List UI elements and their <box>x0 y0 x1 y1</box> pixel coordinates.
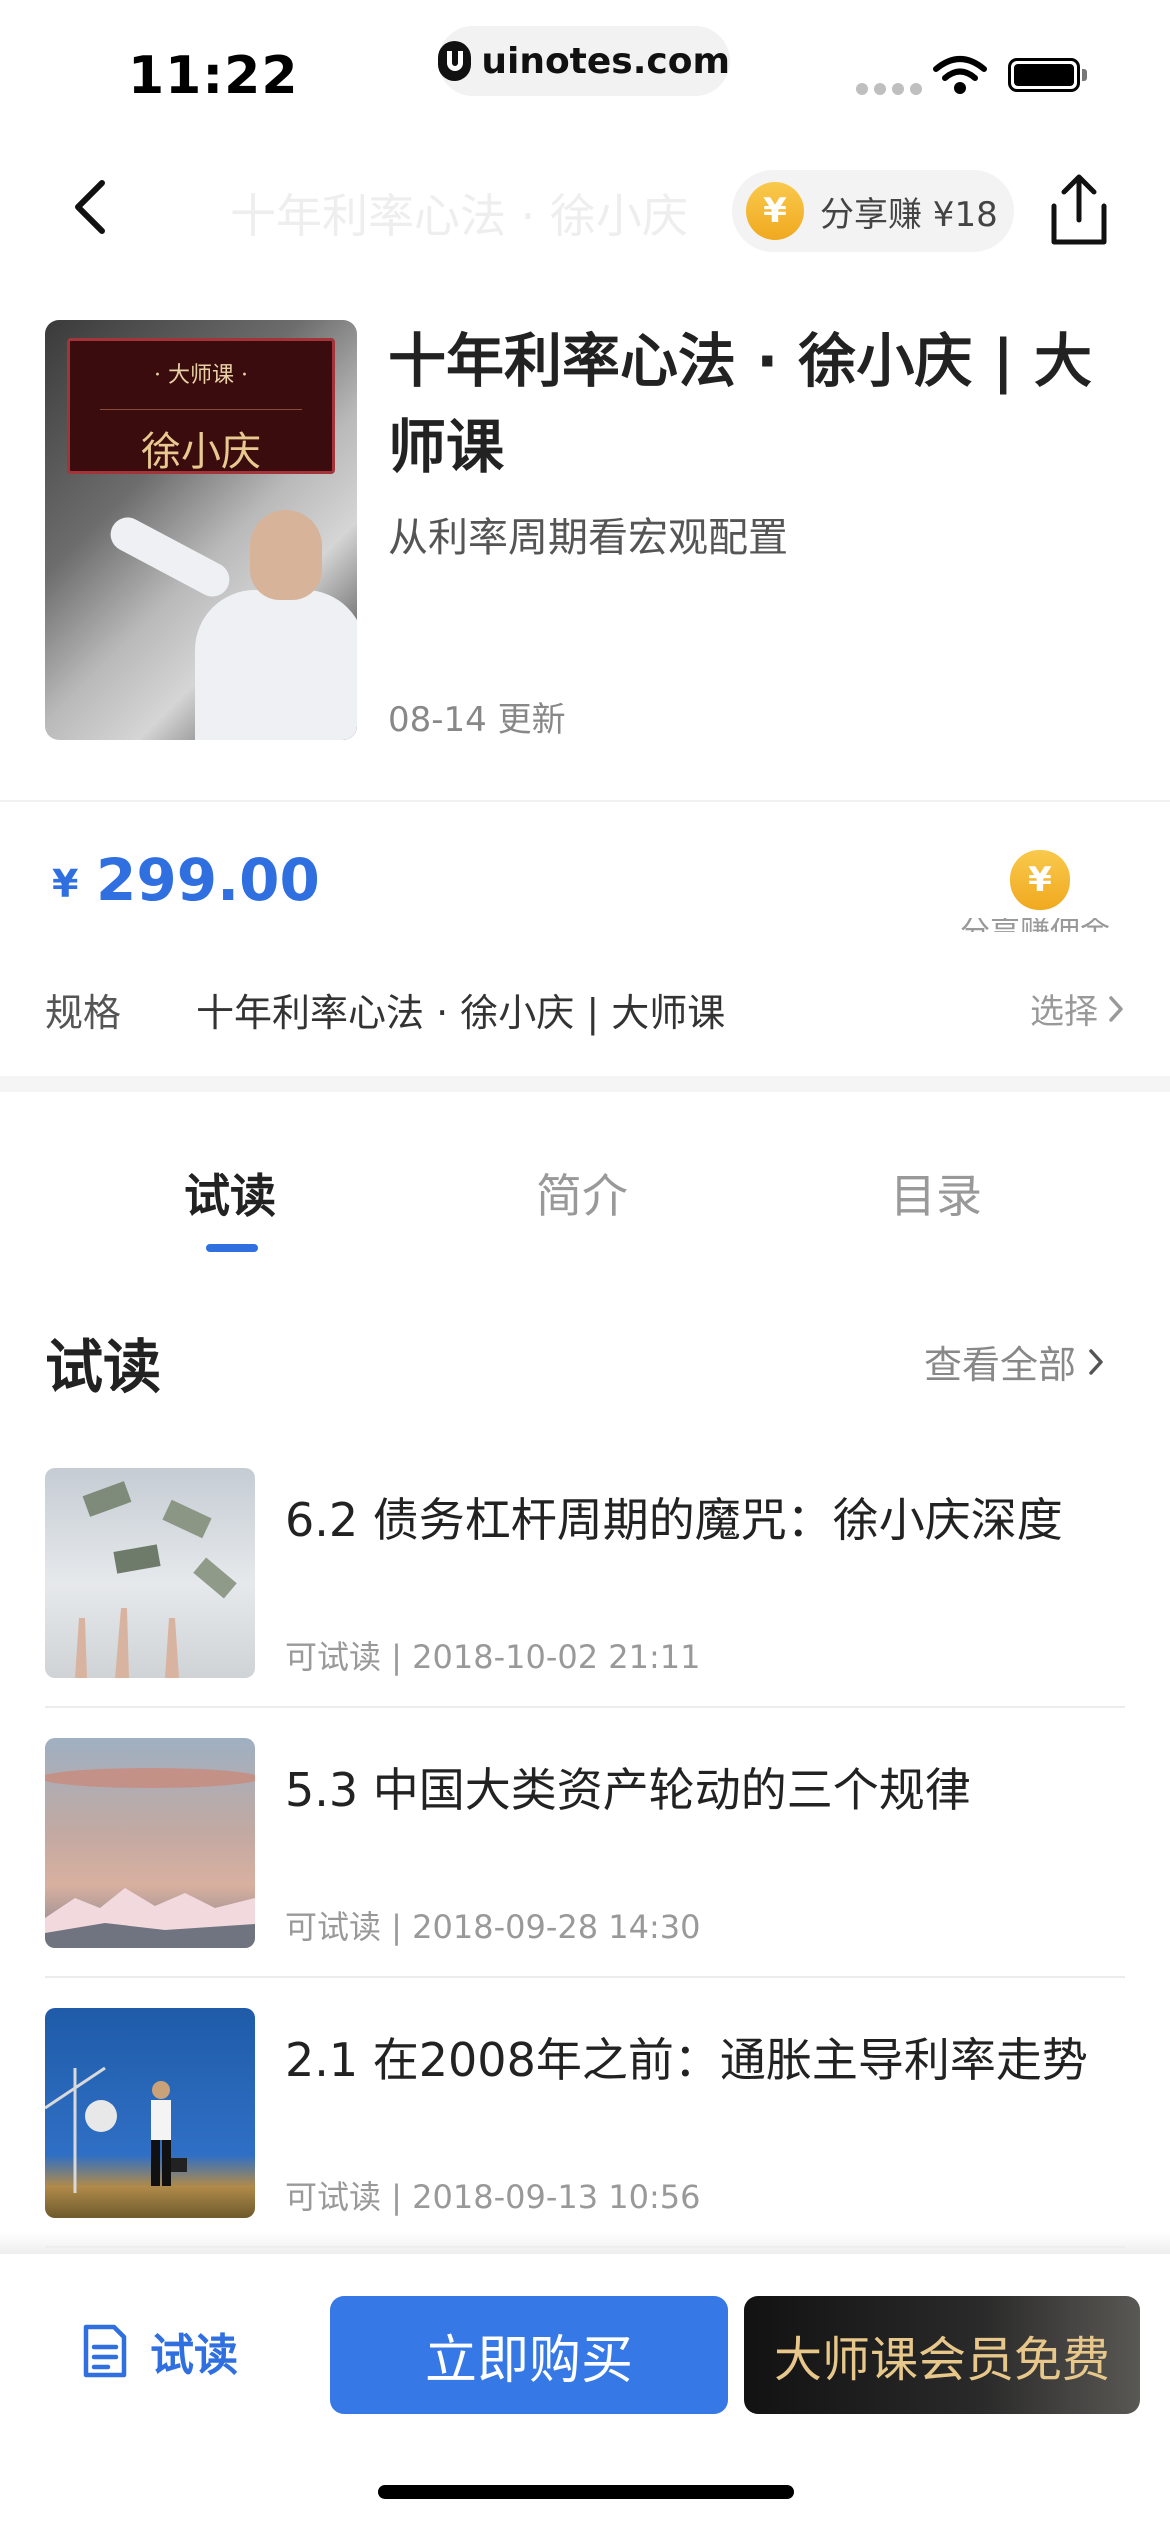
divider <box>45 1706 1125 1708</box>
battery-icon <box>1008 58 1080 92</box>
course-cover-image: · 大师课 · 徐小庆 <box>45 320 357 740</box>
product-title: 十年利率心法 · 徐小庆 | 大师课 <box>388 327 1092 481</box>
chevron-right-icon <box>1089 1348 1103 1375</box>
share-commission-label: 分享赚佣金 <box>960 918 1110 932</box>
nav-title: 十年利率心法 · 徐小庆 <box>230 189 688 243</box>
chevron-right-icon <box>1109 995 1123 1022</box>
coin-icon: ¥ <box>1010 850 1070 910</box>
spec-label: 规格 <box>45 991 122 1035</box>
status-time: 11:22 <box>128 46 299 106</box>
list-item[interactable]: 6.2 债务杠杆周期的魔咒：徐小庆深度 可试读 | 2018-10-02 21:… <box>45 1468 1125 1738</box>
spec-select-button[interactable]: 选择 <box>1030 984 1124 1033</box>
price-currency: ¥ <box>52 862 79 906</box>
cover-badge: · 大师课 · 徐小庆 <box>67 338 335 475</box>
section-title: 试读 <box>45 1333 162 1401</box>
spec-select-label: 选择 <box>1030 992 1098 1032</box>
share-earn-label: 分享赚 ¥18 <box>820 194 998 235</box>
spec-value: 十年利率心法 · 徐小庆 | 大师课 <box>196 991 726 1035</box>
cover-badge-name: 徐小庆 <box>141 429 261 475</box>
chevron-left-icon <box>75 180 105 234</box>
divider <box>45 1976 1125 1978</box>
share-icon[interactable] <box>1044 172 1114 250</box>
divider <box>0 800 1170 802</box>
update-date: 08-14 更新 <box>388 700 566 740</box>
lesson-title: 2.1 在2008年之前：通胀主导利率走势 <box>285 2033 1088 2087</box>
price-value: 299.00 <box>96 846 320 914</box>
lesson-thumbnail <box>45 2008 255 2218</box>
list-item[interactable]: 5.3 中国大类资产轮动的三个规律 可试读 | 2018-09-28 14:30 <box>45 1738 1125 2008</box>
tab-active-indicator <box>206 1244 258 1252</box>
lesson-meta: 可试读 | 2018-09-28 14:30 <box>285 1908 701 1946</box>
see-all-label: 查看全部 <box>924 1343 1077 1387</box>
tab-intro[interactable]: 简介 <box>536 1160 628 1226</box>
coin-icon: ¥ <box>746 182 804 240</box>
lesson-meta: 可试读 | 2018-10-02 21:11 <box>285 1638 701 1676</box>
home-indicator <box>378 2485 794 2499</box>
back-button[interactable] <box>60 170 120 244</box>
lesson-title: 6.2 债务杠杆周期的魔咒：徐小庆深度 <box>285 1493 1063 1547</box>
section-divider <box>0 1076 1170 1092</box>
bottom-bar-shadow <box>0 2232 1170 2254</box>
see-all-link[interactable]: 查看全部 <box>924 1334 1104 1389</box>
battery-tip <box>1082 69 1087 81</box>
lesson-thumbnail <box>45 1468 255 1678</box>
trial-read-button[interactable]: 试读 <box>80 2292 238 2410</box>
lesson-thumbnail <box>45 1738 255 1948</box>
tab-catalog[interactable]: 目录 <box>890 1160 982 1226</box>
trial-read-label: 试读 <box>150 2330 238 2381</box>
tab-trial[interactable]: 试读 <box>184 1160 276 1226</box>
member-free-button[interactable]: 大师课会员免费 <box>744 2296 1140 2414</box>
buy-now-button[interactable]: 立即购买 <box>330 2296 728 2414</box>
share-commission-button[interactable]: ¥ <box>1010 850 1070 910</box>
cover-badge-top: · 大师课 · <box>154 363 248 388</box>
url-pill[interactable]: uinotes.com <box>438 26 730 96</box>
product-subtitle: 从利率周期看宏观配置 <box>388 515 788 561</box>
lesson-title: 5.3 中国大类资产轮动的三个规律 <box>285 1763 971 1817</box>
cellular-signal-icon <box>856 83 922 95</box>
document-icon <box>83 2324 127 2378</box>
wifi-icon <box>933 56 987 94</box>
share-earn-button[interactable]: ¥ 分享赚 ¥18 <box>732 170 1014 252</box>
url-text: uinotes.com <box>481 40 730 82</box>
site-icon <box>438 41 472 81</box>
lesson-meta: 可试读 | 2018-09-13 10:56 <box>285 2178 701 2216</box>
